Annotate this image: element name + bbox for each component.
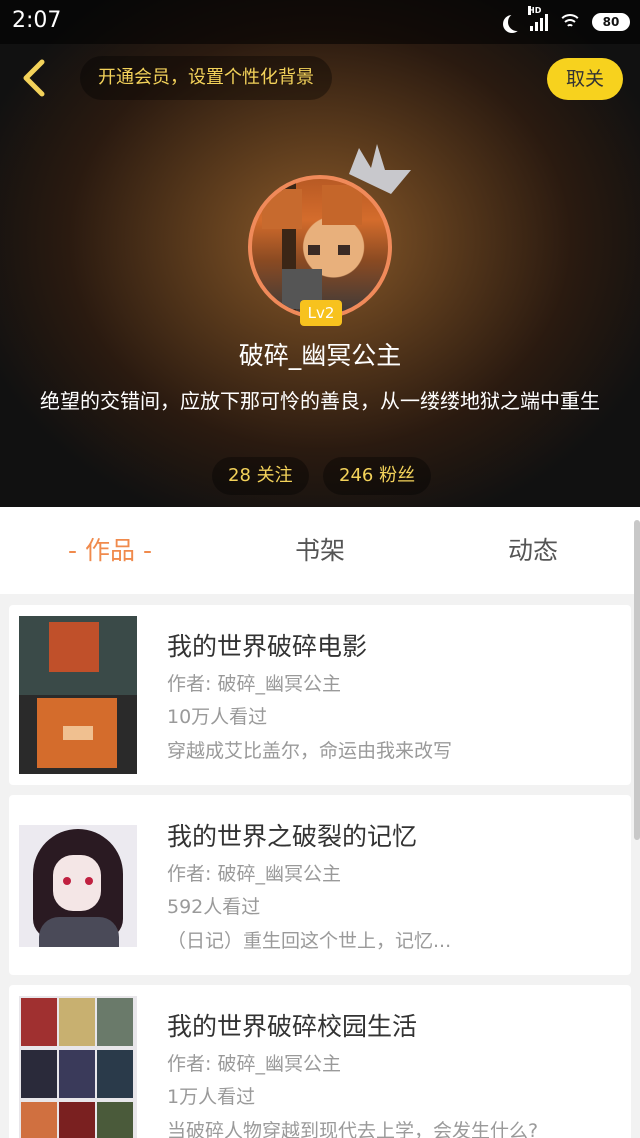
work-title: 我的世界之破裂的记忆 — [167, 822, 418, 851]
moon-icon — [508, 13, 526, 31]
work-cover-image — [19, 616, 137, 774]
tab-works[interactable]: - 作品 - — [40, 507, 180, 594]
profile-header: 2:07 HD 80 开通会员，设置个性化背景 取关 Lv2 破碎_幽冥公主 绝… — [0, 0, 640, 507]
status-bar: 2:07 HD 80 — [0, 0, 640, 44]
work-views: 10万人看过 — [167, 706, 268, 728]
status-icons: HD 80 — [502, 6, 630, 35]
level-badge: Lv2 — [300, 300, 342, 326]
vip-banner[interactable]: 开通会员，设置个性化背景 — [80, 56, 332, 100]
user-bio: 绝望的交错间，应放下那可怜的善良，从一缕缕地狱之端中重生 — [40, 389, 600, 413]
scrollbar[interactable] — [634, 520, 640, 840]
network-type: HD — [528, 6, 542, 15]
user-name: 破碎_幽冥公主 — [238, 341, 402, 370]
work-description: 穿越成艾比盖尔，命运由我来改写 — [167, 740, 453, 762]
unfollow-button[interactable]: 取关 — [547, 58, 623, 100]
profile-tabs: - 作品 - 书架 动态 — [0, 507, 640, 594]
battery-icon: 80 — [592, 13, 630, 31]
work-cover-image — [19, 825, 137, 947]
work-cover-image — [19, 996, 137, 1138]
wifi-icon — [558, 14, 582, 30]
work-author: 作者: 破碎_幽冥公主 — [167, 863, 341, 885]
back-button[interactable] — [14, 56, 54, 100]
work-views: 592人看过 — [167, 896, 261, 918]
work-title: 我的世界破碎校园生活 — [167, 1012, 418, 1041]
work-author: 作者: 破碎_幽冥公主 — [167, 673, 341, 695]
work-title: 我的世界破碎电影 — [167, 632, 368, 661]
tab-activity[interactable]: 动态 — [463, 507, 603, 594]
avatar-image — [248, 175, 392, 319]
work-card[interactable]: 我的世界破碎电影 作者: 破碎_幽冥公主 10万人看过 穿越成艾比盖尔，命运由我… — [9, 605, 631, 785]
fans-count[interactable]: 246 粉丝 — [323, 457, 432, 495]
work-author: 作者: 破碎_幽冥公主 — [167, 1053, 341, 1075]
signal-icon: HD — [528, 6, 548, 31]
works-list: 我的世界破碎电影 作者: 破碎_幽冥公主 10万人看过 穿越成艾比盖尔，命运由我… — [0, 594, 640, 1138]
work-views: 1万人看过 — [167, 1086, 256, 1108]
work-description: 当破碎人物穿越到现代去上学，会发生什么? — [167, 1120, 539, 1138]
chevron-left-icon — [23, 59, 45, 97]
following-count[interactable]: 28 关注 — [212, 457, 309, 495]
tab-bookshelf[interactable]: 书架 — [250, 507, 390, 594]
work-description: （日记）重生回这个世上，记忆... — [167, 930, 452, 952]
work-card[interactable]: 我的世界之破裂的记忆 作者: 破碎_幽冥公主 592人看过 （日记）重生回这个世… — [9, 795, 631, 975]
avatar[interactable] — [248, 175, 392, 319]
status-time: 2:07 — [12, 8, 62, 33]
work-card[interactable]: 我的世界破碎校园生活 作者: 破碎_幽冥公主 1万人看过 当破碎人物穿越到现代去… — [9, 985, 631, 1138]
